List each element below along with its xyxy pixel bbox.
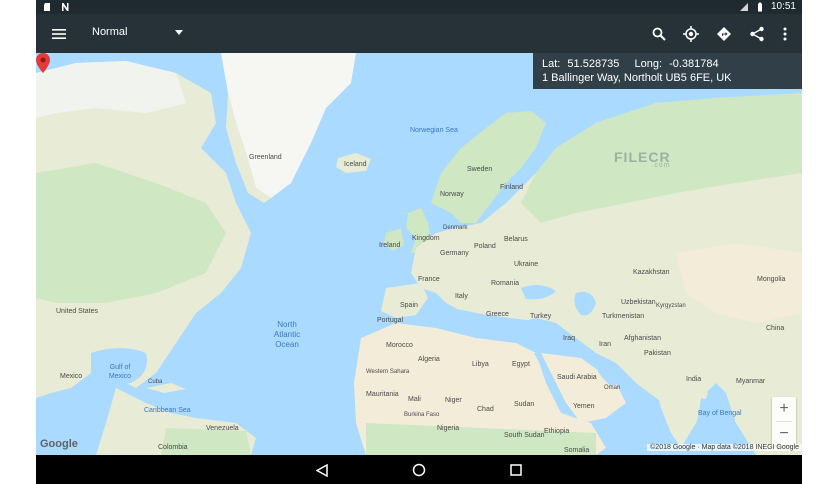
google-logo: Google [40, 438, 78, 450]
label-somalia: Somalia [564, 447, 590, 454]
coordinates-row: Lat: 51.528735 Long: -0.381784 [542, 57, 793, 71]
label-sudan: Sudan [514, 401, 535, 408]
label-spain: Spain [400, 302, 418, 309]
label-kyrgyzstan: Kyrgyzstan [656, 303, 686, 309]
label-afghanistan: Afghanistan [624, 335, 661, 342]
share-icon[interactable] [746, 23, 768, 45]
label-finland: Finland [500, 184, 523, 191]
label-ethiopia: Ethiopia [544, 428, 570, 435]
label-norway: Norway [440, 191, 464, 198]
zoom-out-button[interactable]: − [772, 422, 796, 445]
address-text: 1 Ballinger Way, Northolt UB5 6FE, UK [542, 72, 732, 84]
label-colombia: Colombia [158, 444, 188, 451]
label-sweden: Sweden [467, 166, 493, 173]
recents-button[interactable] [508, 462, 524, 478]
label-ireland: Ireland [379, 242, 401, 249]
map-attribution[interactable]: ©2018 Google · Map data ©2018 INEGI Goog… [647, 444, 802, 451]
home-button[interactable] [411, 462, 427, 478]
label-niger: Niger [445, 397, 462, 404]
label-portugal: Portugal [377, 317, 404, 324]
battery-icon [757, 2, 762, 12]
app-bar: Normal [36, 14, 802, 53]
label-india: India [686, 376, 702, 383]
label-gulf-of-mexico: Gulf of Mexico [108, 364, 132, 380]
label-norwegian-sea: Norwegian Sea [410, 127, 458, 134]
label-italy: Italy [455, 293, 468, 300]
label-greenland: Greenland [249, 154, 282, 161]
signal-icon [739, 3, 748, 11]
search-icon[interactable] [648, 23, 670, 45]
label-venezuela: Venezuela [206, 425, 239, 432]
label-egypt: Egypt [512, 361, 530, 368]
watermark: FILECR .com [614, 149, 671, 169]
map-view[interactable]: Greenland Iceland Norwegian Sea Sweden F… [36, 53, 802, 455]
label-burkina-faso: Burkina Faso [404, 412, 440, 418]
label-western-sahara: Western Sahara [366, 369, 410, 375]
android-device: 10:51 Normal Greenland Iceland Norwegian… [36, 0, 802, 484]
label-germany: Germany [440, 250, 469, 257]
latitude-label: Lat: [542, 58, 561, 70]
label-uk: Kingdom [412, 235, 440, 242]
label-france: France [418, 276, 440, 283]
label-kazakhstan: Kazakhstan [633, 269, 670, 276]
label-south-sudan: South Sudan [504, 432, 545, 439]
label-nigeria: Nigeria [437, 425, 460, 432]
status-bar: 10:51 [36, 0, 802, 14]
zoom-controls: + − [772, 397, 796, 445]
label-greece: Greece [486, 311, 509, 318]
label-mauritania: Mauritania [366, 391, 399, 398]
location-info-panel: Lat: 51.528735 Long: -0.381784 1 Balling… [533, 53, 802, 89]
label-iraq: Iraq [563, 335, 576, 342]
back-button[interactable] [314, 462, 330, 478]
map-type-label: Normal [92, 26, 128, 38]
label-mongolia: Mongolia [757, 276, 786, 283]
label-oman: Oman [604, 385, 621, 391]
recents-square-icon [510, 464, 522, 476]
label-cuba: Cuba [148, 379, 163, 385]
latitude-value: 51.528735 [567, 58, 620, 70]
label-pakistan: Pakistan [644, 350, 671, 357]
menu-icon[interactable] [48, 23, 70, 45]
home-circle-icon [412, 463, 426, 477]
label-caribbean-sea: Caribbean Sea [144, 407, 191, 414]
label-saudi-arabia: Saudi Arabia [557, 374, 597, 381]
navigation-bar [36, 455, 802, 484]
notification-n-icon [62, 3, 69, 11]
label-poland: Poland [474, 243, 496, 250]
map-type-dropdown[interactable]: Normal [92, 26, 184, 38]
label-iceland: Iceland [344, 161, 367, 168]
longitude-label: Long: [634, 58, 663, 70]
label-uzbekistan: Uzbekistan [621, 299, 656, 306]
label-denmark: Denmark [443, 225, 468, 231]
label-united-states: United States [56, 308, 99, 315]
label-algeria: Algeria [418, 356, 440, 363]
label-libya: Libya [472, 361, 489, 368]
label-myanmar: Myanmar [736, 378, 766, 385]
label-bay-of-bengal: Bay of Bengal [698, 410, 742, 417]
label-morocco: Morocco [386, 342, 413, 349]
label-north-atlantic-ocean: North Atlantic Ocean [273, 320, 301, 349]
back-triangle-icon [316, 463, 328, 477]
location-marker-icon[interactable] [36, 53, 50, 73]
longitude-value: -0.381784 [669, 58, 719, 70]
label-iran: Iran [599, 341, 612, 348]
label-turkey: Turkey [530, 313, 552, 320]
directions-icon[interactable] [713, 23, 735, 45]
zoom-in-button[interactable]: + [772, 397, 796, 421]
label-ukraine: Ukraine [514, 261, 539, 268]
more-options-icon[interactable] [774, 23, 796, 45]
map-land-layer [36, 53, 802, 455]
label-turkmenistan: Turkmenistan [602, 313, 645, 320]
label-yemen: Yemen [573, 403, 595, 410]
dropdown-arrow-icon [175, 29, 184, 35]
sd-card-icon [44, 3, 50, 11]
label-romania: Romania [491, 280, 520, 287]
label-mexico: Mexico [60, 373, 83, 380]
my-location-icon[interactable] [680, 23, 702, 45]
label-belarus: Belarus [504, 236, 528, 243]
label-china: China [766, 325, 785, 332]
status-time: 10:51 [770, 1, 796, 12]
label-chad: Chad [477, 406, 494, 413]
label-mali: Mali [408, 396, 421, 403]
